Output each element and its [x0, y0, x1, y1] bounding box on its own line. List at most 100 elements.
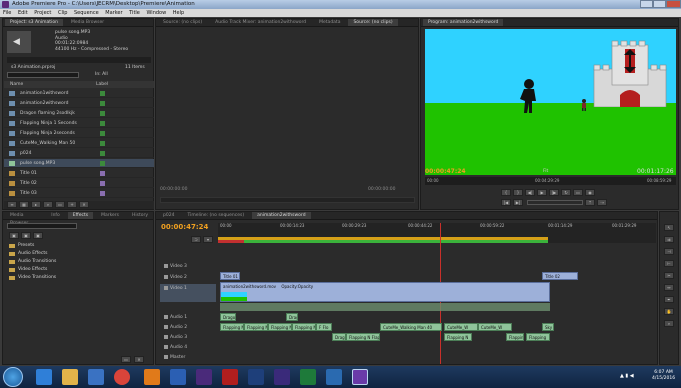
effects-folder-audio-transitions[interactable]: Audio Transitions: [9, 259, 56, 264]
speaker-icon[interactable]: [164, 324, 168, 329]
eye-icon[interactable]: [164, 285, 168, 290]
aftereffects-icon[interactable]: [274, 369, 290, 385]
program-timecode[interactable]: 00:00:47:24: [425, 168, 466, 175]
timeline-clip[interactable]: Sky: [542, 323, 554, 331]
speaker-icon[interactable]: [164, 334, 168, 339]
effects-folder-video-effects[interactable]: Video Effects: [9, 267, 47, 272]
media-icon[interactable]: [88, 369, 104, 385]
menu-title[interactable]: Title: [129, 10, 140, 16]
mark-in-icon[interactable]: {: [501, 189, 511, 196]
clock[interactable]: 6:07 AM 4/15/2016: [652, 370, 675, 382]
ie-icon[interactable]: [36, 369, 52, 385]
effects-folder-audio-effects[interactable]: Audio Effects: [9, 251, 48, 256]
list-item[interactable]: Title 03: [4, 189, 154, 198]
32bit-effects-icon[interactable]: ▣: [21, 232, 31, 239]
photoshop-icon[interactable]: [248, 369, 264, 385]
menu-marker[interactable]: Marker: [105, 10, 122, 16]
export-frame-icon[interactable]: ◉: [585, 189, 595, 196]
slip-tool-icon[interactable]: ↔: [664, 284, 674, 291]
zoom-tool-icon[interactable]: ⌕: [664, 320, 674, 327]
menu-project[interactable]: Project: [34, 10, 51, 16]
track-select-tool-icon[interactable]: ⇉: [664, 236, 674, 243]
tab-history[interactable]: History: [127, 212, 153, 219]
program-ruler[interactable]: 00:00 00:04:29:29 00:08:59:29: [425, 177, 676, 185]
new-bin-icon[interactable]: ▭: [121, 356, 131, 363]
start-button[interactable]: [3, 367, 23, 387]
tab-p024[interactable]: p024: [158, 212, 179, 219]
icon-view-icon[interactable]: ▦: [19, 201, 29, 208]
rolling-edit-tool-icon[interactable]: ⊢: [664, 260, 674, 267]
timeline-clip[interactable]: Flapping N: [244, 323, 268, 331]
tab-timeline-sequence[interactable]: animation2withsword: [252, 212, 311, 219]
source-timecode-in[interactable]: 00:00:00:00: [160, 187, 187, 192]
automate-icon[interactable]: ▸: [31, 201, 41, 208]
selection-tool-icon[interactable]: ↖: [664, 224, 674, 231]
speaker-icon[interactable]: [164, 344, 168, 349]
menu-sequence[interactable]: Sequence: [74, 10, 99, 16]
mark-out-icon[interactable]: }: [513, 189, 523, 196]
safe-margins-icon[interactable]: ▭: [573, 189, 583, 196]
track-header-video-1[interactable]: Video 1: [160, 284, 216, 302]
app-icon[interactable]: [326, 369, 342, 385]
timeline-clip[interactable]: CuteMe_W: [478, 323, 512, 331]
close-button[interactable]: [666, 0, 681, 8]
excel-icon[interactable]: [300, 369, 316, 385]
premiere-icon[interactable]: [196, 369, 212, 385]
speaker-icon[interactable]: [164, 314, 168, 319]
timeline-clip[interactable]: Flapping N: [220, 323, 244, 331]
list-item[interactable]: Flapping Ninja 2seconds: [4, 129, 154, 138]
go-out-icon[interactable]: ▶|: [513, 199, 523, 206]
menu-edit[interactable]: Edit: [18, 10, 28, 16]
chrome-icon[interactable]: [114, 369, 130, 385]
timeline-clip[interactable]: Flapping N: [444, 333, 472, 341]
timeline-clip[interactable]: Title 01: [220, 272, 240, 280]
tab-info[interactable]: Info: [46, 212, 65, 219]
loop-icon[interactable]: ↻: [561, 189, 571, 196]
tab-media-browser[interactable]: Media Browser: [66, 19, 109, 26]
pen-tool-icon[interactable]: ✒: [664, 296, 674, 303]
timeline-clip[interactable]: F Flo: [316, 323, 332, 331]
track-header-video-2[interactable]: Video 2: [160, 273, 216, 282]
extract-icon[interactable]: ⇢: [597, 199, 607, 206]
ripple-edit-tool-icon[interactable]: ⊣: [664, 248, 674, 255]
effects-search-input[interactable]: [7, 223, 77, 229]
menu-clip[interactable]: Clip: [58, 10, 67, 16]
razor-tool-icon[interactable]: ✂: [664, 272, 674, 279]
track-header-video-3[interactable]: Video 3: [160, 262, 216, 271]
tab-media-browser-2[interactable]: Media Browser: [5, 212, 43, 226]
word-icon[interactable]: [170, 369, 186, 385]
track-header-audio-3[interactable]: Audio 3: [160, 333, 216, 342]
timeline-clip[interactable]: Drag: [332, 333, 346, 341]
step-forward-icon[interactable]: |▶: [549, 189, 559, 196]
menu-window[interactable]: Window: [146, 10, 166, 16]
eye-icon[interactable]: [164, 274, 168, 279]
timeline-clip[interactable]: Flapping: [526, 333, 550, 341]
hand-tool-icon[interactable]: ✋: [664, 308, 674, 315]
timeline-clip[interactable]: Flapping N: [506, 333, 524, 341]
list-item[interactable]: animation1withsword: [4, 89, 154, 98]
delete-icon[interactable]: ✕: [134, 356, 144, 363]
premiere-active-icon[interactable]: [352, 369, 368, 385]
list-view-icon[interactable]: ≡: [7, 201, 17, 208]
menu-help[interactable]: Help: [173, 10, 184, 16]
maximize-button[interactable]: [653, 0, 666, 8]
track-header-audio-4[interactable]: Audio 4: [160, 343, 216, 352]
list-item[interactable]: Dragon flaming 2sodlkjk: [4, 109, 154, 118]
tab-metadata[interactable]: Metadata: [314, 19, 345, 26]
project-search-input[interactable]: [7, 72, 79, 78]
accelerated-effects-icon[interactable]: ▣: [9, 232, 19, 239]
eye-icon[interactable]: [164, 263, 168, 268]
tab-audio-mixer[interactable]: Audio Track Mixer: animation2withsword: [210, 19, 311, 26]
new-bin-icon[interactable]: ▭: [55, 201, 65, 208]
list-item[interactable]: CuteMe_Walking Man 50: [4, 139, 154, 148]
list-item[interactable]: Flapping Ninja 1 Seconds: [4, 119, 154, 128]
track-header-master[interactable]: Master: [160, 353, 216, 362]
jog-shuttle[interactable]: [527, 200, 583, 205]
tab-project[interactable]: Project: s3 Animation: [5, 19, 63, 26]
track-header-audio-1[interactable]: Audio 1: [160, 313, 216, 322]
timeline-clip[interactable]: Flapping N: [292, 323, 316, 331]
track-header-audio-2[interactable]: Audio 2: [160, 323, 216, 332]
menu-file[interactable]: File: [3, 10, 11, 16]
timeline-clip[interactable]: Flapping N Flap: [346, 333, 380, 341]
list-item[interactable]: p024: [4, 149, 154, 158]
